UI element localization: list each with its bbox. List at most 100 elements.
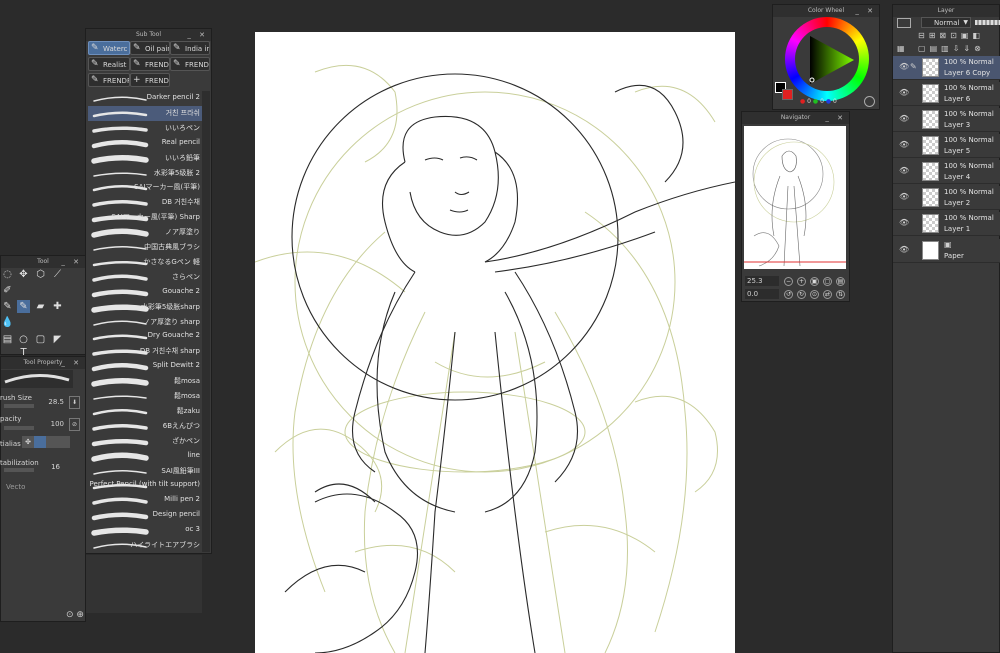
brush-tool-icon[interactable]: ✎ bbox=[17, 300, 30, 313]
tool-title-bar[interactable]: Tool _ ✕ bbox=[1, 256, 85, 268]
opacity-bar[interactable] bbox=[975, 20, 1000, 25]
brush-item[interactable]: SAI風鉛筆III bbox=[88, 464, 202, 479]
brush-item[interactable]: ざかペン bbox=[88, 434, 202, 449]
actual-size-icon[interactable]: ▢ bbox=[823, 277, 832, 286]
brush-item[interactable]: Real pencil bbox=[88, 136, 202, 151]
brush-item[interactable]: いいろペン bbox=[88, 121, 202, 136]
layer-menu-icon[interactable]: ▦ bbox=[897, 44, 905, 53]
pencil-icon[interactable]: ✎ bbox=[1, 300, 14, 313]
antialias-option-3[interactable] bbox=[58, 436, 70, 448]
reset-rotation-icon[interactable]: ⊙ bbox=[810, 290, 819, 299]
brush-item[interactable]: 6Bえんぴつ bbox=[88, 419, 202, 434]
brush-list-scrollbar[interactable] bbox=[202, 91, 210, 552]
new-vector-icon[interactable]: ▤ bbox=[930, 44, 942, 53]
brush-item[interactable]: さらペン bbox=[88, 270, 202, 285]
layer-row[interactable]: 👁 ✎ 100 % Normal Layer 6 Copy bbox=[893, 56, 1000, 80]
navigator-preview[interactable] bbox=[744, 126, 846, 269]
panel-controls-icon[interactable]: _ ✕ bbox=[855, 5, 876, 17]
subtool-title-bar[interactable]: Sub Tool _ ✕ bbox=[86, 29, 211, 41]
ruler-icon[interactable]: ◤ bbox=[51, 333, 64, 346]
eye-icon[interactable]: 👁 bbox=[899, 245, 909, 254]
brush-item[interactable]: Split Dewitt 2 bbox=[88, 359, 202, 374]
rotate-right-icon[interactable]: ↻ bbox=[797, 290, 806, 299]
drawing-canvas[interactable] bbox=[255, 32, 735, 653]
brush-item[interactable]: 鬆mosa bbox=[88, 389, 202, 404]
flip-vertical-icon[interactable]: ⇅ bbox=[836, 290, 845, 299]
brush-item[interactable]: Perfect Pencil (with tilt support) bbox=[88, 478, 202, 493]
pen-icon[interactable]: ✐ bbox=[1, 284, 14, 297]
blend-icon[interactable]: 💧 bbox=[1, 316, 14, 329]
eye-icon[interactable]: 👁 bbox=[899, 218, 909, 227]
antialias-option-2[interactable] bbox=[46, 436, 58, 448]
eyedropper-icon[interactable]: ⟋ bbox=[51, 268, 64, 281]
fit-icon[interactable]: ▣ bbox=[810, 277, 819, 286]
new-layer-icon[interactable]: ▢ bbox=[918, 44, 930, 53]
eye-icon[interactable]: 👁 bbox=[899, 88, 909, 97]
blend-mode-select[interactable]: Normal ▼ bbox=[921, 17, 971, 28]
mask-icon[interactable]: ▣ bbox=[961, 31, 973, 40]
stabilization-value[interactable]: 16 bbox=[30, 463, 60, 471]
zoom-icon[interactable]: ⊙ ⊕ bbox=[66, 610, 84, 620]
opacity-link-icon[interactable]: ⊘ bbox=[69, 418, 80, 431]
color-wheel-title-bar[interactable]: Color Wheel _ ✕ bbox=[773, 5, 879, 17]
lasso-icon[interactable]: ◌ bbox=[1, 268, 14, 281]
subtool-tab-5[interactable]: ✎ FRENDF bbox=[170, 57, 210, 71]
saturation-triangle[interactable] bbox=[800, 32, 856, 88]
eye-icon[interactable]: 👁 bbox=[899, 114, 909, 123]
layer-row[interactable]: 👁 100 % Normal Layer 2 bbox=[893, 186, 1000, 210]
subtool-tab-6[interactable]: ✎ FRENDF bbox=[88, 73, 130, 87]
brush-item[interactable]: ノア厚塗り bbox=[88, 225, 202, 240]
subtool-tab-4[interactable]: ✎ FRENDF bbox=[130, 57, 170, 71]
delete-layer-icon[interactable]: ⊗ bbox=[974, 44, 985, 53]
brush-item[interactable]: Milli pen 2 bbox=[88, 493, 202, 508]
brush-item[interactable]: 中国古典風ブラシ bbox=[88, 240, 202, 255]
zoom-field[interactable]: 25.3 bbox=[745, 276, 779, 286]
fit-window-icon[interactable]: ▤ bbox=[836, 277, 845, 286]
brush-item[interactable]: line bbox=[88, 449, 202, 464]
brush-item[interactable]: いいろ鉛筆 bbox=[88, 151, 202, 166]
palette-icon[interactable]: ◧ bbox=[972, 31, 984, 40]
stabilization-slider[interactable] bbox=[4, 468, 34, 472]
angle-field[interactable]: 0.0 bbox=[745, 289, 779, 299]
panel-controls-icon[interactable]: _ ✕ bbox=[187, 29, 208, 41]
brush-item[interactable]: Gouache 2 bbox=[88, 285, 202, 300]
transfer-icon[interactable]: ⇩ bbox=[953, 44, 964, 53]
zoom-in-icon[interactable]: + bbox=[797, 277, 806, 286]
brush-item[interactable]: oc 3 bbox=[88, 523, 202, 538]
brush-item[interactable]: ハイライトエアブラシ bbox=[88, 538, 202, 553]
panel-controls-icon[interactable]: _ ✕ bbox=[825, 112, 846, 124]
panel-controls-icon[interactable]: _ ✕ bbox=[61, 256, 82, 268]
eye-icon[interactable]: 👁 bbox=[899, 62, 909, 71]
brush-item[interactable]: 水彩筆5级胀sharp bbox=[88, 300, 202, 315]
figure-icon[interactable]: ○ bbox=[17, 333, 30, 346]
layer-row[interactable]: 👁 100 % Normal Layer 4 bbox=[893, 160, 1000, 184]
layer-row[interactable]: 👁 100 % Normal Layer 1 bbox=[893, 212, 1000, 236]
rotate-left-icon[interactable]: ↺ bbox=[784, 290, 793, 299]
subtool-tab-2[interactable]: ✎ India in bbox=[170, 41, 210, 55]
reference-icon[interactable]: ⊠ bbox=[939, 31, 950, 40]
subtool-tab-0[interactable]: ✎ Waterc bbox=[88, 41, 130, 55]
fill-icon[interactable]: ▰ bbox=[34, 300, 47, 313]
antialias-option-0[interactable]: ✤ bbox=[22, 436, 34, 448]
brush-item[interactable]: 鬆zaku bbox=[88, 404, 202, 419]
eye-icon[interactable]: 👁 bbox=[899, 192, 909, 201]
brush-item[interactable]: SAIマーカー風(平筆) Sharp bbox=[88, 210, 202, 225]
merge-icon[interactable]: ⇓ bbox=[963, 44, 974, 53]
move-icon[interactable]: ✥ bbox=[17, 268, 30, 281]
subtool-tab-1[interactable]: ✎ Oil paint bbox=[130, 41, 170, 55]
eye-icon[interactable]: 👁 bbox=[899, 166, 909, 175]
frame-icon[interactable]: ▢ bbox=[34, 333, 47, 346]
brush-size-slider[interactable] bbox=[4, 404, 34, 408]
color-mode-icon[interactable] bbox=[864, 96, 875, 107]
layer-row[interactable]: 👁 100 % Normal Layer 6 bbox=[893, 82, 1000, 106]
canvas-area-scrollbar[interactable] bbox=[86, 555, 202, 613]
layer-row[interactable]: 👁 100 % Normal Layer 5 bbox=[893, 134, 1000, 158]
brush-item[interactable]: Design pencil bbox=[88, 508, 202, 523]
brush-item[interactable]: ノア厚塗り sharp bbox=[88, 315, 202, 330]
gradient-icon[interactable]: ▤ bbox=[1, 333, 14, 346]
paper-layer[interactable]: 👁 ▣ Paper bbox=[893, 239, 1000, 263]
tool-property-title-bar[interactable]: Tool Property _ ✕ bbox=[1, 357, 85, 369]
navigator-title-bar[interactable]: Navigator _ ✕ bbox=[742, 112, 849, 124]
brush-size-value[interactable]: 28.5 bbox=[30, 398, 64, 406]
brush-item[interactable]: 鬆mosa bbox=[88, 374, 202, 389]
